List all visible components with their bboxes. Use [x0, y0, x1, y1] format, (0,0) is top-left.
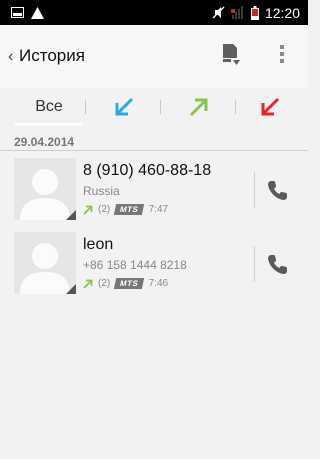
- avatar-corner: [66, 284, 76, 294]
- tab-all[interactable]: Все: [15, 88, 83, 126]
- phone-icon[interactable]: [264, 250, 292, 278]
- avatar[interactable]: [14, 158, 76, 220]
- page-title[interactable]: История: [19, 46, 85, 66]
- avatar-corner: [66, 210, 76, 220]
- tab-divider: [235, 100, 236, 114]
- missed-call-icon: [261, 97, 280, 116]
- date-divider: [0, 150, 308, 151]
- status-bar: 12:20: [0, 0, 308, 25]
- sim-carrier-badge: MTS: [114, 278, 145, 289]
- date-header: 29.04.2014: [14, 135, 75, 149]
- battery-icon: [250, 5, 259, 20]
- tab-incoming[interactable]: [90, 88, 158, 126]
- outgoing-call-icon: [83, 279, 93, 289]
- warning-icon: [31, 6, 44, 19]
- image-notification-icon: [11, 7, 24, 18]
- contact-location: Russia: [83, 184, 120, 198]
- call-log-item[interactable]: leon +86 158 1444 8218 (2) MTS 7:46: [14, 232, 308, 298]
- selected-tab-indicator: [15, 123, 83, 126]
- save-to-sd-icon[interactable]: [219, 43, 241, 67]
- back-icon[interactable]: ‹: [8, 48, 13, 66]
- avatar[interactable]: [14, 232, 76, 294]
- call-time: 7:47: [148, 204, 169, 215]
- call-time: 7:46: [148, 278, 169, 289]
- mute-icon: [212, 6, 225, 19]
- action-bar: ‹ История: [0, 25, 308, 88]
- filter-tabs: Все: [0, 88, 308, 126]
- contact-name: leon: [83, 236, 114, 253]
- phone-icon[interactable]: [264, 176, 292, 204]
- tab-all-label: Все: [35, 98, 63, 115]
- tab-divider: [160, 100, 161, 114]
- incoming-call-icon: [115, 97, 134, 116]
- contact-number: +86 158 1444 8218: [83, 258, 187, 272]
- call-count: (2): [98, 204, 111, 215]
- call-divider: [254, 172, 255, 208]
- call-log-item[interactable]: 8 (910) 460-88-18 Russia (2) MTS 7:47: [14, 158, 308, 224]
- call-meta: (2) MTS 7:47: [83, 204, 168, 215]
- sim-carrier-badge: MTS: [114, 204, 145, 215]
- call-meta: (2) MTS 7:46: [83, 278, 168, 289]
- outgoing-call-icon: [189, 98, 208, 117]
- outgoing-call-icon: [83, 205, 93, 215]
- signal-icon: [230, 6, 243, 19]
- call-count: (2): [98, 278, 111, 289]
- clock: 12:20: [264, 4, 300, 21]
- contact-name: 8 (910) 460-88-18: [83, 162, 212, 179]
- tab-missed[interactable]: [240, 88, 300, 126]
- tab-divider: [85, 100, 86, 114]
- overflow-menu-icon[interactable]: [279, 43, 285, 65]
- call-divider: [254, 246, 255, 282]
- tab-outgoing[interactable]: [165, 88, 233, 126]
